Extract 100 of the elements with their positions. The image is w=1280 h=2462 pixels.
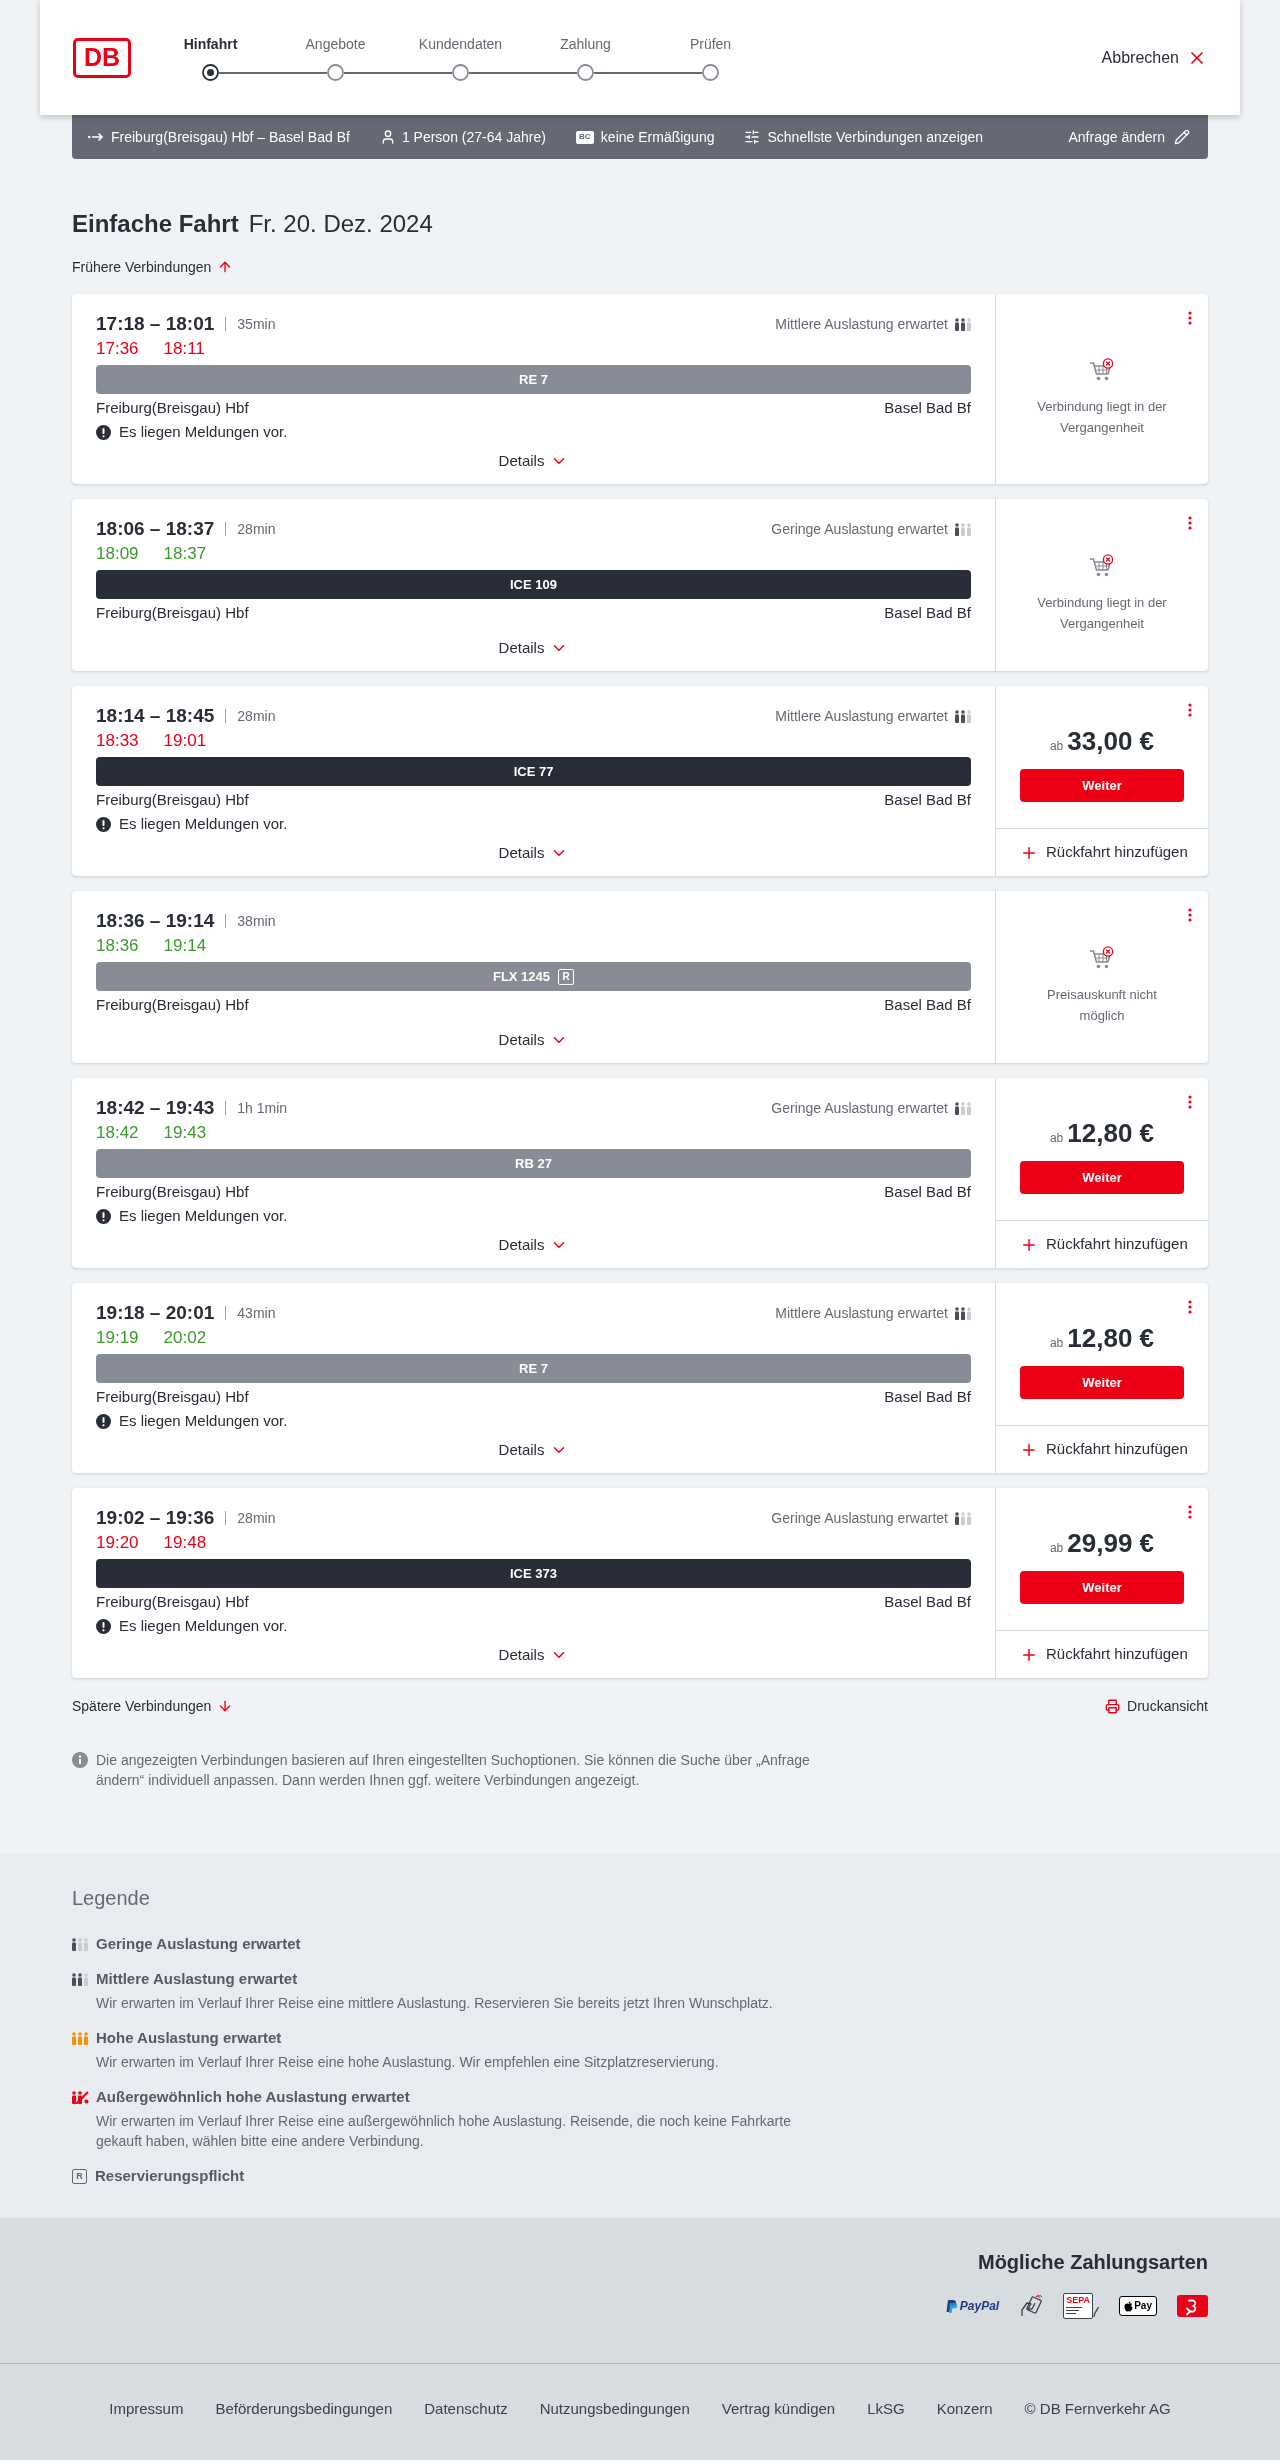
realtime-arrival: 18:37 — [163, 543, 207, 566]
details-button[interactable]: Details — [498, 638, 569, 658]
occupancy-text: Mittlere Auslastung erwartet — [775, 314, 948, 334]
details-button[interactable]: Details — [498, 1235, 569, 1255]
more-options-button[interactable] — [1186, 310, 1194, 326]
legend-item-title: Reservierungspflicht — [95, 2165, 245, 2186]
apple-pay-logo: Pay — [1119, 2296, 1157, 2316]
notice-text: Es liegen Meldungen vor. — [119, 1205, 288, 1226]
legend-item-title: Außergewöhnlich hohe Auslastung erwartet — [96, 2086, 410, 2107]
cart-unavailable-icon — [1089, 358, 1115, 382]
logo: DB — [73, 37, 131, 78]
later-connections-link[interactable]: Spätere Verbindungen — [72, 1695, 234, 1717]
continue-button[interactable]: Weiter — [1020, 1366, 1184, 1399]
duration-text: 43min — [237, 1303, 276, 1323]
station-name: Basel Bad Bf — [884, 789, 971, 810]
page-title: Einfache Fahrt — [72, 209, 239, 239]
cancel-button[interactable]: Abbrechen — [1101, 45, 1207, 70]
footer-link[interactable]: Beförderungsbedingungen — [215, 2399, 393, 2419]
payment-methods-title: Mögliche Zahlungsarten — [977, 2250, 1208, 2275]
filter-icon — [744, 129, 761, 145]
add-return-trip-button[interactable]: Rückfahrt hinzufügen — [996, 1630, 1208, 1678]
edit-search-button[interactable]: Anfrage ändern — [1068, 126, 1190, 148]
legend-title: Legende — [72, 1886, 151, 1911]
duration-text: 38min — [237, 911, 276, 931]
details-button[interactable]: Details — [498, 1030, 569, 1050]
paypal-logo: PayPal — [945, 2295, 1000, 2317]
occupancy-icon — [955, 1306, 971, 1320]
add-return-trip-button[interactable]: Rückfahrt hinzufügen — [996, 1220, 1208, 1268]
details-button[interactable]: Details — [498, 1645, 569, 1665]
more-options-button[interactable] — [1186, 907, 1194, 923]
realtime-arrival: 19:48 — [163, 1532, 207, 1555]
footer-link[interactable]: Datenschutz — [424, 2399, 508, 2419]
departure-arrival-times: 19:18 – 20:01 — [96, 1301, 215, 1325]
train-name: RE 7 — [519, 370, 548, 389]
footer-link[interactable]: Impressum — [109, 2399, 184, 2419]
legend-item-title: Mittlere Auslastung erwartet — [96, 1968, 298, 1989]
station-name: Basel Bad Bf — [884, 602, 971, 623]
train-name: ICE 373 — [510, 1564, 557, 1583]
warning-icon — [96, 1413, 111, 1429]
occupancy-icon — [955, 709, 971, 723]
hand-card-icon — [1019, 2295, 1044, 2317]
step-label: Kundendaten — [418, 35, 503, 54]
warning-icon — [96, 1618, 111, 1634]
copyright-text: © DB Fernverkehr AG — [1024, 2399, 1171, 2419]
occupancy-text: Mittlere Auslastung erwartet — [775, 1303, 948, 1323]
station-name: Freiburg(Breisgau) Hbf — [96, 1386, 249, 1407]
departure-arrival-times: 19:02 – 19:36 — [96, 1506, 215, 1530]
occupancy-icon — [72, 1937, 88, 1951]
info-icon — [72, 1752, 88, 1768]
station-name: Basel Bad Bf — [884, 1181, 971, 1202]
notice-text: Es liegen Meldungen vor. — [119, 421, 288, 442]
footer-link[interactable]: Konzern — [936, 2399, 993, 2419]
station-name: Freiburg(Breisgau) Hbf — [96, 994, 249, 1015]
realtime-departure: 19:20 — [96, 1532, 139, 1555]
price: 33,00 € — [1067, 726, 1155, 756]
printer-icon — [1105, 1698, 1121, 1714]
station-name: Freiburg(Breisgau) Hbf — [96, 1591, 249, 1612]
unavailable-message: Verbindung liegt in der Vergangenheit — [1036, 398, 1168, 437]
occupancy-text: Geringe Auslastung erwartet — [771, 1508, 948, 1528]
step-label: Prüfen — [689, 35, 732, 54]
more-options-button[interactable] — [1186, 515, 1194, 531]
more-options-button[interactable] — [1186, 1094, 1194, 1110]
footer-link[interactable]: Vertrag kündigen — [721, 2399, 836, 2419]
departure-arrival-times: 17:18 – 18:01 — [96, 312, 215, 336]
price-prefix: ab — [1049, 738, 1064, 755]
legend-item-title: Hohe Auslastung erwartet — [96, 2027, 282, 2048]
more-options-button[interactable] — [1186, 1504, 1194, 1520]
step-label: Hinfahrt — [183, 35, 238, 54]
details-button[interactable]: Details — [498, 1440, 569, 1460]
add-return-trip-button[interactable]: Rückfahrt hinzufügen — [996, 1425, 1208, 1473]
realtime-arrival: 18:11 — [163, 338, 205, 361]
add-return-trip-button[interactable]: Rückfahrt hinzufügen — [996, 828, 1208, 876]
warning-icon — [96, 816, 111, 832]
footer-link[interactable]: Nutzungsbedingungen — [539, 2399, 690, 2419]
footer-link[interactable]: LkSG — [867, 2399, 905, 2419]
station-name: Basel Bad Bf — [884, 1591, 971, 1612]
step-label: Zahlung — [560, 35, 611, 54]
print-view-link[interactable]: Druckansicht — [1105, 1695, 1208, 1717]
occupancy-icon — [955, 522, 971, 536]
continue-button[interactable]: Weiter — [1020, 1571, 1184, 1604]
more-options-button[interactable] — [1186, 702, 1194, 718]
details-button[interactable]: Details — [498, 843, 569, 863]
occupancy-text: Mittlere Auslastung erwartet — [775, 706, 948, 726]
train-name: ICE 77 — [513, 762, 554, 781]
duration-text: 28min — [237, 519, 276, 539]
departure-arrival-times: 18:14 – 18:45 — [96, 704, 215, 728]
occupancy-icon — [72, 2031, 88, 2045]
more-options-button[interactable] — [1186, 1299, 1194, 1315]
notice-text: Es liegen Meldungen vor. — [119, 1615, 288, 1636]
realtime-arrival: 19:01 — [163, 730, 207, 753]
legend-item-description: Wir erwarten im Verlauf Ihrer Reise eine mittlere Auslastung. Reservieren Sie bereits jetzt Ihren Wunschplatz. — [96, 1994, 774, 2013]
details-button[interactable]: Details — [498, 451, 569, 471]
sepa-document-logo: SEPA — [1063, 2293, 1100, 2319]
duration-text: 1h 1min — [237, 1098, 288, 1118]
unavailable-message: Verbindung liegt in der Vergangenheit — [1036, 594, 1168, 633]
train-name: RB 27 — [515, 1154, 552, 1173]
continue-button[interactable]: Weiter — [1020, 1161, 1184, 1194]
earlier-connections-link[interactable]: Frühere Verbindungen — [72, 257, 234, 277]
realtime-arrival: 19:43 — [163, 1122, 207, 1145]
continue-button[interactable]: Weiter — [1020, 769, 1184, 802]
